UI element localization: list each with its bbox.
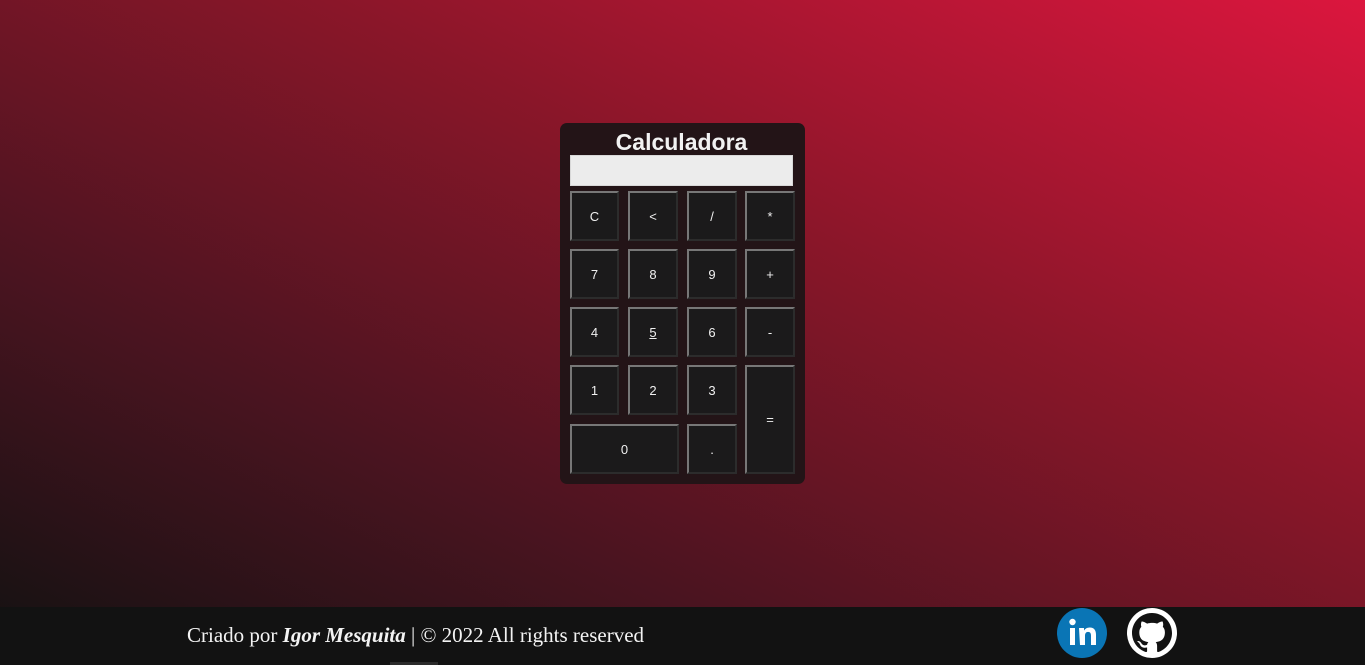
subtract-button[interactable]: - [745,307,795,357]
decimal-button[interactable]: . [687,424,737,474]
divide-button[interactable]: / [687,191,737,241]
clear-button[interactable]: C [570,191,619,241]
linkedin-link[interactable] [1057,608,1107,658]
linkedin-icon [1069,618,1096,645]
backspace-button[interactable]: < [628,191,678,241]
digit-5-button[interactable]: 5 [628,307,678,357]
footer: Criado por Igor Mesquita | © 2022 All ri… [0,607,1365,665]
digit-3-button[interactable]: 3 [687,365,737,415]
digit-1-button[interactable]: 1 [570,365,619,415]
github-link[interactable] [1127,608,1177,658]
github-icon [1132,613,1172,653]
digit-6-button[interactable]: 6 [687,307,737,357]
digit-0-button[interactable]: 0 [570,424,679,474]
calculator-display[interactable] [570,155,793,186]
calculator: Calculadora C < / * 7 8 9 + 4 5 6 - 1 2 … [560,123,805,484]
footer-author: Igor Mesquita [282,623,406,647]
digit-7-button[interactable]: 7 [570,249,619,299]
footer-credits: Criado por Igor Mesquita | © 2022 All ri… [187,622,644,648]
equals-button[interactable]: = [745,365,795,474]
digit-4-button[interactable]: 4 [570,307,619,357]
digit-2-button[interactable]: 2 [628,365,678,415]
footer-prefix: Criado por [187,623,283,647]
digit-9-button[interactable]: 9 [687,249,737,299]
digit-8-button[interactable]: 8 [628,249,678,299]
multiply-button[interactable]: * [745,191,795,241]
calculator-title: Calculadora [615,129,748,155]
add-button[interactable]: + [745,249,795,299]
footer-suffix: | © 2022 All rights reserved [405,623,645,647]
